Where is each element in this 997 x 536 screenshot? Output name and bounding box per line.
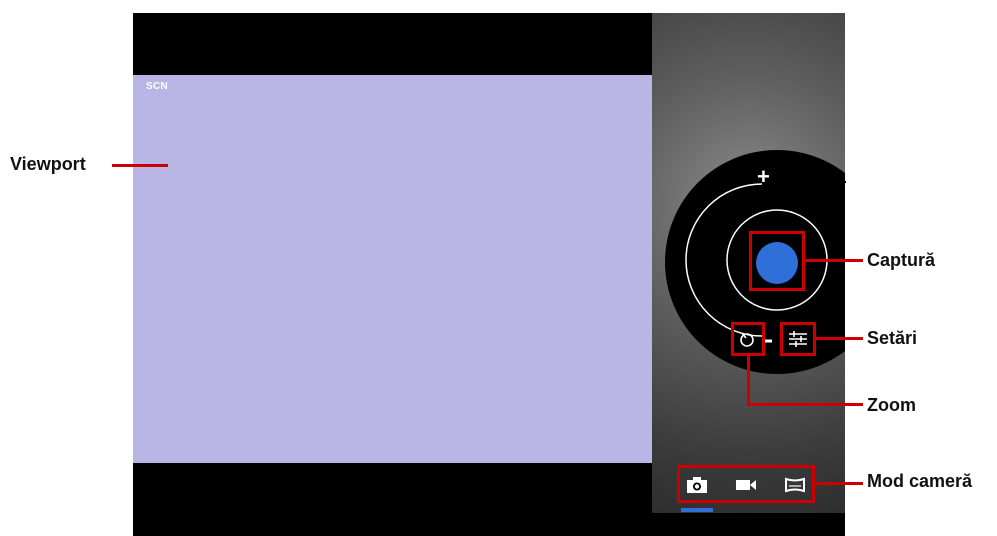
camera-mode-annotation: Mod cameră [867, 471, 973, 491]
zoom-plus-icon[interactable]: + [757, 166, 770, 188]
zoom-leader-vertical [747, 356, 750, 406]
viewport-annotation: Viewport [10, 154, 86, 174]
settings-annotation: Setări [867, 328, 918, 348]
camera-mode-leader-line [815, 482, 863, 485]
zoom-highlight-box [731, 322, 765, 356]
zoom-annotation: Zoom [867, 395, 916, 415]
zoom-leader-horizontal [747, 403, 863, 406]
outside-area [845, 13, 997, 536]
figure: SCN + Viewport Captură Setări Zoom Mod c… [0, 0, 997, 536]
settings-leader-line [816, 337, 863, 340]
camera-mode-highlight-box [677, 465, 815, 503]
capture-annotation: Captură [867, 250, 936, 270]
capture-highlight-box [749, 231, 805, 291]
dial-edge-mark [838, 181, 846, 183]
settings-highlight-box [780, 322, 816, 356]
camera-viewport[interactable] [133, 75, 652, 463]
scene-mode-label[interactable]: SCN [146, 81, 168, 92]
capture-leader-line [805, 259, 863, 262]
viewport-leader-line [112, 164, 168, 167]
active-mode-indicator [681, 508, 713, 512]
